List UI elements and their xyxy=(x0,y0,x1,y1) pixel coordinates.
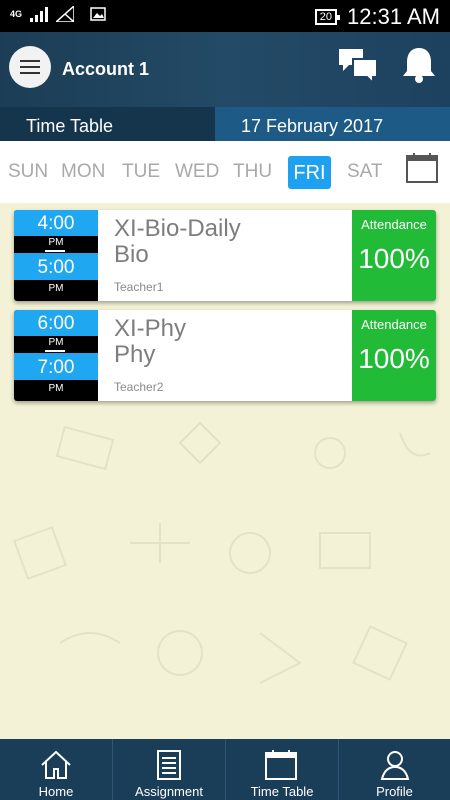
battery-indicator: 20 xyxy=(314,9,341,25)
hamburger-line xyxy=(20,66,40,68)
signal-icon xyxy=(30,7,49,22)
profile-icon xyxy=(380,751,410,780)
end-time: 5:00 xyxy=(14,253,98,280)
hamburger-line xyxy=(20,72,40,74)
day-wed[interactable]: WED xyxy=(175,161,219,183)
day-thu[interactable]: THU xyxy=(233,161,272,183)
attendance-value: 100% xyxy=(358,343,430,374)
time-column: 4:00 PM 5:00 PM xyxy=(14,210,98,301)
home-icon xyxy=(41,750,71,779)
date-display[interactable]: 17 February 2017 xyxy=(215,107,450,141)
day-sun[interactable]: SUN xyxy=(8,161,48,183)
day-fri-selected[interactable]: FRI xyxy=(288,156,331,189)
section-title: Time Table xyxy=(0,107,215,141)
menu-button[interactable] xyxy=(9,46,51,88)
network-type: 4G xyxy=(10,9,23,19)
hamburger-icon xyxy=(20,60,40,62)
time-divider xyxy=(45,250,65,252)
assignment-icon xyxy=(157,750,181,780)
attendance-value: 100% xyxy=(358,243,430,274)
class-card[interactable]: 6:00 PM 7:00 PM XI-Phy Phy Teacher2 Atte… xyxy=(14,310,436,401)
class-card[interactable]: 4:00 PM 5:00 PM XI-Bio-Daily Bio Teacher… xyxy=(14,210,436,301)
class-title: XI-Bio-Daily xyxy=(114,215,241,242)
end-period: PM xyxy=(48,283,64,294)
day-sat[interactable]: SAT xyxy=(347,161,383,183)
attendance-label: Attendance xyxy=(361,217,427,232)
teacher-name: Teacher2 xyxy=(114,380,164,394)
class-subject: Bio xyxy=(114,241,149,268)
nav-timetable-label: Time Table xyxy=(250,784,314,799)
nav-profile[interactable]: Profile xyxy=(339,739,450,800)
start-period: PM xyxy=(48,337,64,348)
status-right: 20 12:31 AM xyxy=(314,4,440,30)
status-left: 4G xyxy=(10,6,106,22)
day-tue[interactable]: TUE xyxy=(122,161,160,183)
no-signal-icon xyxy=(56,6,75,22)
start-period: PM xyxy=(48,237,64,248)
title-bar: Time Table 17 February 2017 xyxy=(0,107,450,141)
time-divider xyxy=(45,350,65,352)
nav-profile-label: Profile xyxy=(376,784,413,799)
teacher-name: Teacher1 xyxy=(114,280,164,294)
account-title: Account 1 xyxy=(62,59,150,79)
class-title: XI-Phy xyxy=(114,315,187,342)
day-selector: SUN MON TUE WED THU FRI SAT xyxy=(0,141,450,203)
calendar-icon[interactable] xyxy=(405,152,439,184)
bell-icon[interactable] xyxy=(400,44,438,84)
nav-home-label: Home xyxy=(38,784,74,799)
end-time: 7:00 xyxy=(14,353,98,380)
end-period: PM xyxy=(48,383,64,394)
timetable-icon xyxy=(265,750,297,780)
nav-timetable[interactable]: Time Table xyxy=(226,739,338,800)
attendance-label: Attendance xyxy=(361,317,427,332)
day-mon[interactable]: MON xyxy=(61,161,105,183)
start-time: 6:00 xyxy=(14,310,98,336)
bottom-navigation: Home Assignment Time Table Profile xyxy=(0,739,450,800)
app-header: Account 1 xyxy=(0,32,450,107)
nav-home[interactable]: Home xyxy=(0,739,112,800)
attendance-panel: Attendance 100% xyxy=(352,210,436,301)
chat-icon[interactable] xyxy=(337,45,379,85)
image-icon xyxy=(90,7,106,21)
start-time: 4:00 xyxy=(14,210,98,236)
nav-assignment-label: Assignment xyxy=(135,784,203,799)
time-column: 6:00 PM 7:00 PM xyxy=(14,310,98,401)
status-bar: 4G 20 12:31 AM xyxy=(0,0,450,32)
clock: 12:31 AM xyxy=(347,4,440,29)
class-subject: Phy xyxy=(114,341,156,368)
attendance-panel: Attendance 100% xyxy=(352,310,436,401)
nav-assignment[interactable]: Assignment xyxy=(113,739,225,800)
